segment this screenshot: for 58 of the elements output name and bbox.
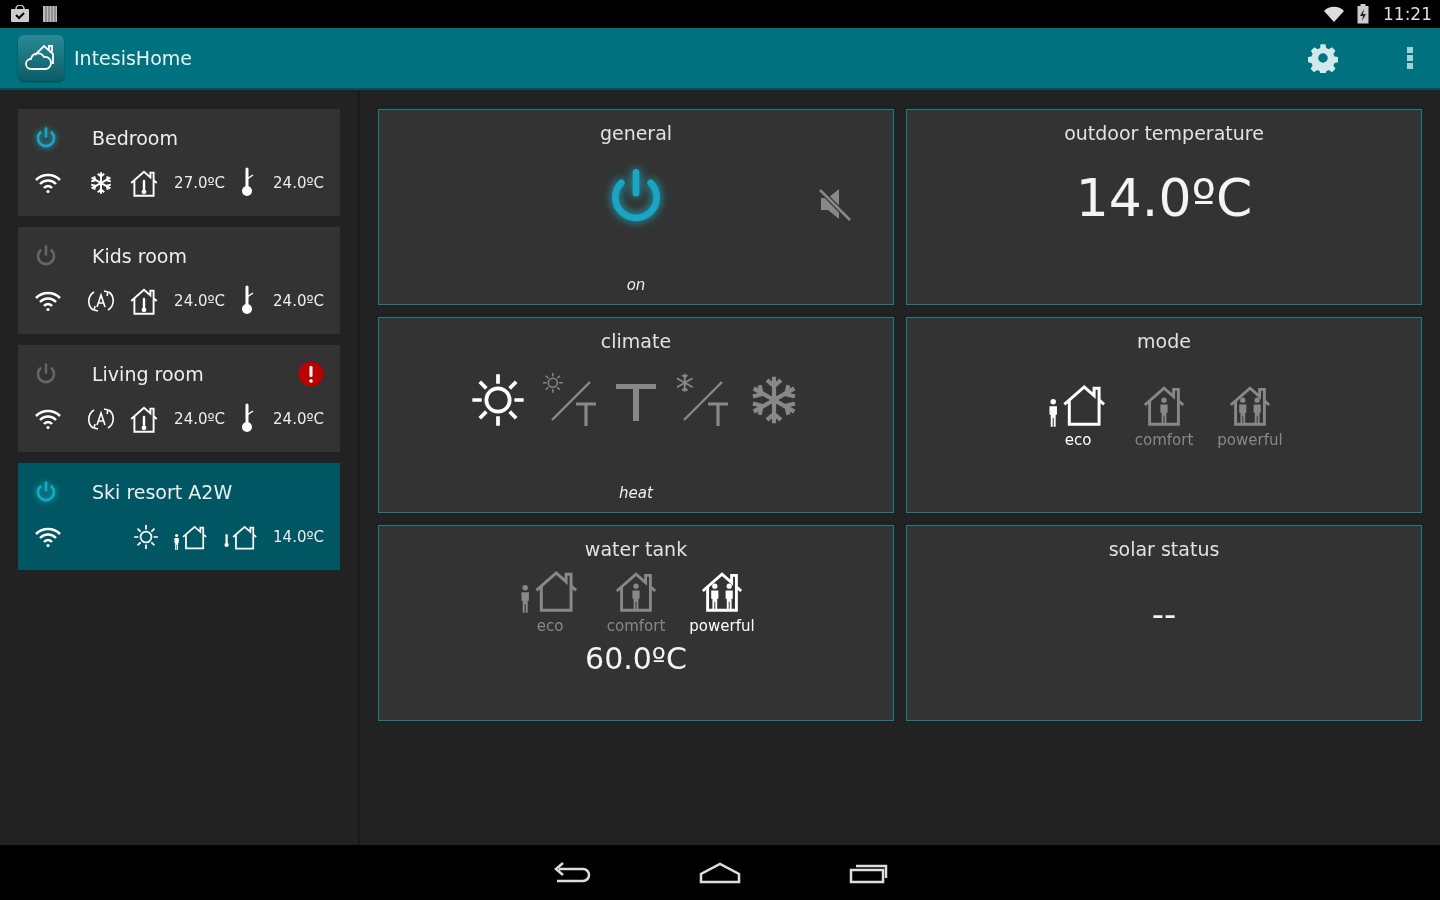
device-name: Ski resort A2W (92, 481, 234, 503)
device-name: Kids room (92, 245, 188, 267)
power-icon[interactable] (34, 126, 58, 150)
device-card[interactable]: Living room 24.0ºC 24.0ºC (18, 345, 340, 452)
solar-value: -- (1151, 594, 1177, 634)
clock: 11:21 (1383, 4, 1432, 24)
mode-option[interactable]: powerful (686, 568, 758, 635)
auto-mode-icon (88, 287, 115, 315)
mode-option[interactable]: comfort (600, 568, 672, 635)
sun-icon (133, 524, 160, 550)
temperature-reading: 24.0ºC (273, 410, 324, 428)
device-card[interactable]: Bedroom 27.0ºC 24.0ºC (18, 109, 340, 216)
battery-icon (1357, 4, 1369, 24)
thermometer-house-icon (223, 524, 260, 550)
wifi-icon (34, 172, 62, 194)
device-name: Bedroom (92, 127, 179, 149)
panel-title: water tank (584, 538, 688, 560)
shopping-bag-icon (10, 5, 30, 23)
sun-icon (470, 372, 526, 428)
app-title: IntesisHome (74, 47, 193, 69)
temperature-reading: 24.0ºC (174, 292, 226, 310)
wifi-icon (34, 526, 62, 548)
power-icon[interactable] (34, 480, 58, 504)
mode-option[interactable]: eco (1042, 382, 1114, 449)
panel-title: outdoor temperature (1064, 122, 1264, 144)
panel-title: mode (1137, 330, 1191, 352)
wifi-icon (34, 290, 62, 312)
panel-title: general (599, 122, 673, 144)
panel-title: solar status (1108, 538, 1220, 560)
sun-slash-t-button[interactable] (542, 372, 598, 428)
temperature-reading: 24.0ºC (174, 410, 226, 428)
temperature-reading: 27.0ºC (174, 174, 226, 192)
overflow-menu-icon (1406, 46, 1414, 70)
temperature-value: 14.0ºC (1075, 168, 1253, 228)
panel-title: climate (600, 330, 672, 352)
temperature-reading: 14.0ºC (273, 528, 324, 546)
tank-temperature: 60.0ºC (585, 640, 687, 676)
sun-button[interactable] (470, 372, 526, 428)
power-icon[interactable] (34, 362, 58, 386)
device-card[interactable]: Ski resort A2W 14.0ºC (18, 463, 340, 570)
climate-status: heat (619, 484, 653, 502)
device-name: Living room (92, 363, 205, 385)
temperature-reading: 24.0ºC (273, 174, 324, 192)
snowflake-slash-t-icon (674, 372, 730, 428)
device-card[interactable]: Kids room 24.0ºC 24.0ºC (18, 227, 340, 334)
sun-slash-t-icon (542, 372, 598, 428)
wifi-icon (34, 408, 62, 430)
power-status: on (626, 276, 646, 294)
snowflake-slash-t-button[interactable] (674, 372, 730, 428)
auto-mode-icon (88, 405, 115, 433)
mode-option[interactable]: powerful (1214, 382, 1286, 449)
app-logo (18, 35, 64, 81)
mode-option[interactable]: eco (514, 568, 586, 635)
power-icon[interactable] (34, 244, 58, 268)
temperature-reading: 24.0ºC (273, 292, 324, 310)
wifi-signal-icon (1323, 5, 1345, 23)
barcode-icon (42, 5, 58, 23)
mode-option[interactable]: comfort (1128, 382, 1200, 449)
